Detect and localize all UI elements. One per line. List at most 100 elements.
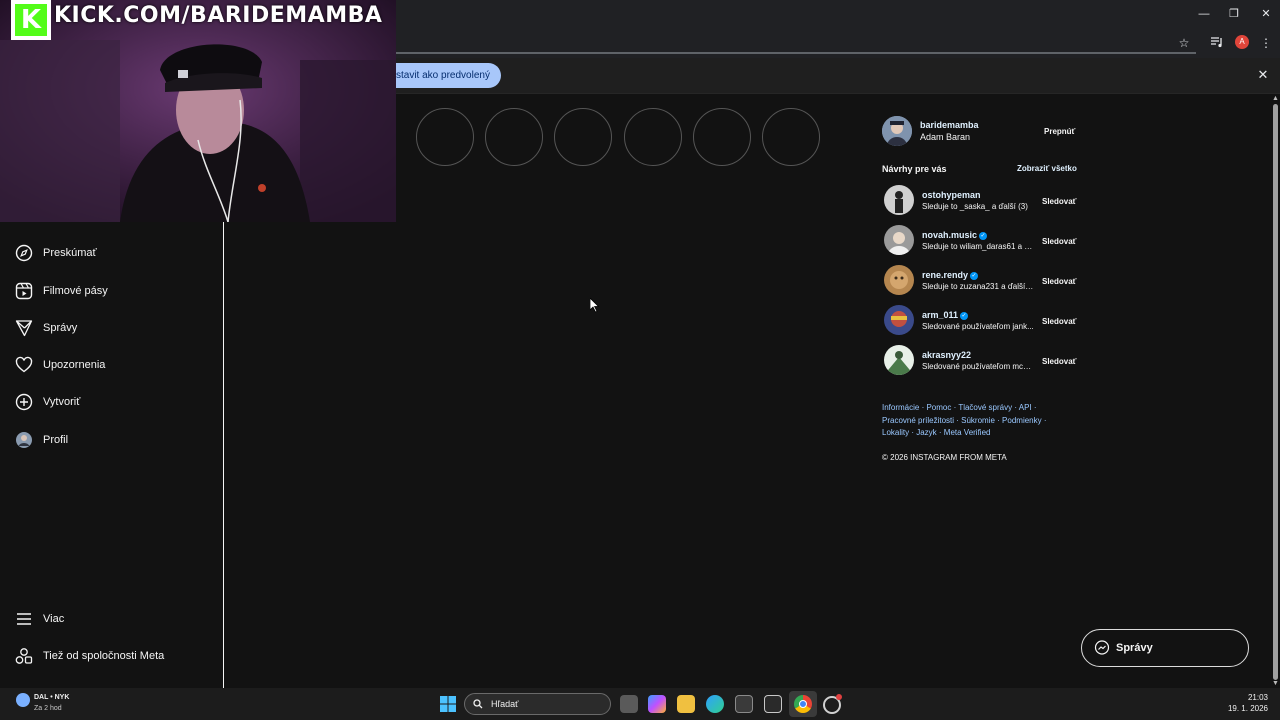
bookmark-star-icon[interactable]: ☆ bbox=[1176, 35, 1192, 51]
infobar-close-icon[interactable]: ✕ bbox=[1256, 68, 1270, 82]
suggestion-username[interactable]: novah.music bbox=[922, 230, 977, 240]
footer-links-line-3[interactable]: Lokality · Jazyk · Meta Verified bbox=[882, 427, 990, 440]
taskbar-clock-date[interactable]: 19. 1. 2026 bbox=[1208, 704, 1268, 713]
scroll-down-arrow-icon[interactable]: ▼ bbox=[1272, 680, 1279, 687]
follow-button[interactable]: Sledovať bbox=[1042, 237, 1077, 246]
suggestion-username-wrap[interactable]: rene.rendy ✓ bbox=[922, 270, 979, 280]
edge-browser-icon[interactable] bbox=[706, 695, 724, 713]
mouse-cursor-icon bbox=[590, 298, 600, 313]
chrome-taskbar-button[interactable] bbox=[789, 691, 817, 717]
address-bar[interactable] bbox=[396, 32, 1196, 54]
sidebar-item-label: Preskúmať bbox=[43, 247, 97, 259]
suggestion-row: akrasnyy22 Sledované používateľom mc_...… bbox=[884, 345, 1084, 375]
suggestion-username-wrap[interactable]: arm_011 ✓ bbox=[922, 310, 969, 320]
sidebar-item-label: Filmové pásy bbox=[43, 285, 108, 297]
scrollbar-thumb[interactable] bbox=[1273, 104, 1278, 680]
suggestions-title: Návrhy pre vás bbox=[882, 164, 947, 174]
sidebar-item-meta[interactable]: Tiež od spoločnosti Meta bbox=[15, 644, 164, 668]
notification-dot bbox=[836, 694, 842, 700]
current-user-username[interactable]: baridemamba bbox=[920, 120, 979, 130]
messenger-icon bbox=[1094, 640, 1110, 655]
sidebar-item-label: Viac bbox=[43, 613, 65, 625]
weather-widget-title[interactable]: DAL • NYK bbox=[34, 694, 69, 701]
story-placeholder[interactable] bbox=[416, 108, 474, 166]
browser-menu-icon[interactable]: ⋮ bbox=[1258, 35, 1274, 51]
suggestion-username-wrap[interactable]: novah.music ✓ bbox=[922, 230, 988, 240]
story-placeholder[interactable] bbox=[554, 108, 612, 166]
scroll-up-arrow-icon[interactable]: ▲ bbox=[1272, 95, 1279, 102]
sidebar-item-create[interactable]: Vytvoriť bbox=[15, 390, 80, 414]
weather-widget-icon[interactable] bbox=[16, 693, 30, 707]
sidebar-item-label: Správy bbox=[43, 322, 78, 334]
story-placeholder[interactable] bbox=[762, 108, 820, 166]
task-view-icon[interactable] bbox=[620, 695, 638, 713]
search-icon bbox=[473, 699, 483, 709]
follow-button[interactable]: Sledovať bbox=[1042, 277, 1077, 286]
suggestion-row: ostohypeman Sleduje to _saska_ a ďalší (… bbox=[884, 185, 1084, 215]
windows-start-icon[interactable] bbox=[440, 696, 456, 712]
current-user-fullname: Adam Baran bbox=[920, 132, 971, 142]
verified-badge-icon: ✓ bbox=[970, 271, 979, 280]
current-user-avatar[interactable] bbox=[882, 116, 912, 146]
menu-icon bbox=[17, 613, 31, 625]
browser-profile-avatar[interactable]: A bbox=[1235, 35, 1249, 49]
suggestion-subtitle: Sleduje to wiliam_daras61 a ď... bbox=[922, 242, 1034, 251]
sidebar-item-label: Vytvoriť bbox=[43, 396, 81, 408]
follow-button[interactable]: Sledovať bbox=[1042, 197, 1077, 206]
sidebar-item-label: Tiež od spoločnosti Meta bbox=[43, 650, 165, 662]
media-control-icon[interactable] bbox=[1209, 35, 1225, 51]
taskbar-clock-time[interactable]: 21:03 bbox=[1218, 693, 1268, 702]
copilot-icon[interactable] bbox=[648, 695, 666, 713]
webcam-video bbox=[0, 0, 396, 222]
sidebar-item-reels[interactable]: Filmové pásy bbox=[15, 279, 108, 303]
story-placeholder[interactable] bbox=[693, 108, 751, 166]
footer-links-line-2[interactable]: Pracovné príležitosti · Súkromie · Podmi… bbox=[882, 415, 1047, 428]
footer-links-line-1[interactable]: Informácie · Pomoc · Tlačové správy · AP… bbox=[882, 402, 1037, 415]
suggestion-username[interactable]: akrasnyy22 bbox=[922, 350, 971, 360]
office-app-icon[interactable] bbox=[764, 695, 782, 713]
follow-button[interactable]: Sledovať bbox=[1042, 317, 1077, 326]
minimize-button[interactable]: — bbox=[1194, 6, 1214, 22]
sidebar-item-more[interactable]: Viac bbox=[15, 607, 64, 631]
see-all-link[interactable]: Zobraziť všetko bbox=[1017, 164, 1077, 173]
story-placeholder[interactable] bbox=[485, 108, 543, 166]
sidebar-item-notifications[interactable]: Upozornenia bbox=[15, 353, 105, 377]
maximize-button[interactable]: ❐ bbox=[1224, 6, 1244, 22]
taskbar-search-placeholder: Hľadať bbox=[491, 699, 519, 709]
copyright-text: © 2026 INSTAGRAM FROM META bbox=[882, 453, 1007, 462]
sidebar-item-explore[interactable]: Preskúmať bbox=[15, 241, 97, 265]
suggestion-username[interactable]: rene.rendy bbox=[922, 270, 968, 280]
file-explorer-icon[interactable] bbox=[677, 695, 695, 713]
webcam-overlay: K KICK.COM/BARIDEMAMBA bbox=[0, 0, 396, 222]
switch-account-link[interactable]: Prepnúť bbox=[1044, 127, 1075, 136]
suggestion-avatar[interactable] bbox=[884, 225, 914, 255]
close-window-button[interactable]: ✕ bbox=[1256, 6, 1276, 22]
heart-icon bbox=[15, 356, 33, 373]
suggestion-avatar[interactable] bbox=[884, 265, 914, 295]
messages-button[interactable]: Správy bbox=[1081, 629, 1249, 667]
sidebar-item-messages[interactable]: Správy bbox=[15, 316, 77, 340]
set-default-browser-button[interactable]: stavit ako predvolený bbox=[380, 63, 501, 88]
plus-circle-icon bbox=[15, 393, 33, 411]
sidebar-item-profile[interactable]: Profil bbox=[15, 428, 68, 452]
suggestion-avatar[interactable] bbox=[884, 185, 914, 215]
suggestion-avatar[interactable] bbox=[884, 345, 914, 375]
avatar bbox=[16, 432, 32, 448]
suggestion-username[interactable]: ostohypeman bbox=[922, 190, 981, 200]
reels-icon bbox=[15, 282, 33, 300]
suggestion-row: novah.music ✓ Sleduje to wiliam_daras61 a… bbox=[884, 225, 1084, 255]
follow-button[interactable]: Sledovať bbox=[1042, 357, 1077, 366]
suggestion-row: rene.rendy ✓ Sleduje to zuzana231 a ďalší… bbox=[884, 265, 1084, 295]
sidebar-item-label: Upozornenia bbox=[43, 359, 106, 371]
taskbar-search-box[interactable]: Hľadať bbox=[464, 693, 611, 715]
weather-widget-subtitle: Za 2 hod bbox=[34, 705, 62, 712]
verified-badge-icon: ✓ bbox=[960, 311, 969, 320]
suggestion-avatar[interactable] bbox=[884, 305, 914, 335]
stream-url-text: KICK.COM/BARIDEMAMBA bbox=[54, 3, 383, 28]
verified-badge-icon: ✓ bbox=[979, 231, 988, 240]
suggestion-username[interactable]: arm_011 bbox=[922, 310, 958, 320]
windows-taskbar bbox=[0, 688, 1280, 720]
story-placeholder[interactable] bbox=[624, 108, 682, 166]
suggestion-subtitle: Sleduje to _saska_ a ďalší (3) bbox=[922, 202, 1028, 211]
microsoft-store-icon[interactable] bbox=[735, 695, 753, 713]
